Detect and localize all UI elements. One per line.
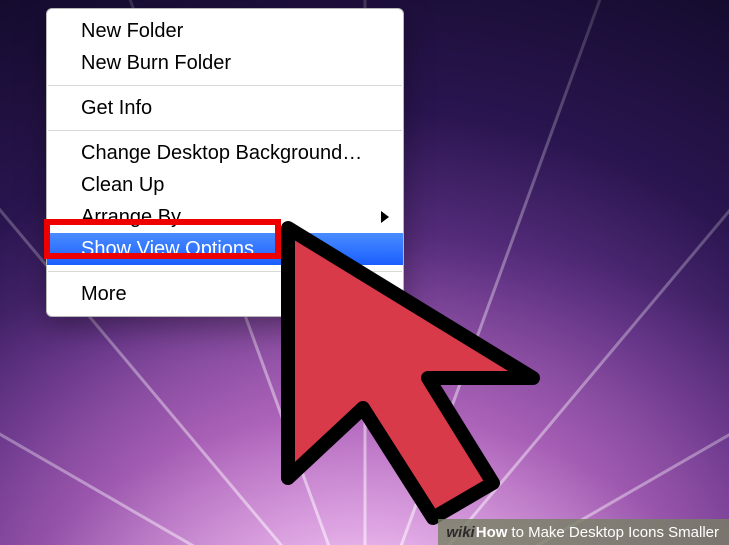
context-menu: New Folder New Burn Folder Get Info Chan… [46, 8, 404, 317]
menu-item-arrange-by[interactable]: Arrange By [47, 201, 403, 233]
menu-item-label: Arrange By [81, 206, 181, 228]
menu-item-clean-up[interactable]: Clean Up [47, 169, 403, 201]
caption-text: to Make Desktop Icons Smaller [511, 524, 719, 541]
menu-item-change-desktop-background[interactable]: Change Desktop Background… [47, 137, 403, 169]
menu-item-new-folder[interactable]: New Folder [47, 15, 403, 47]
submenu-arrow-icon [381, 211, 389, 223]
menu-separator [48, 271, 402, 272]
desktop-background: New Folder New Burn Folder Get Info Chan… [0, 0, 729, 545]
brand-wiki: wiki [446, 524, 474, 541]
menu-item-show-view-options[interactable]: Show View Options [47, 233, 403, 265]
caption-bar: wikiHow to Make Desktop Icons Smaller [438, 519, 729, 545]
brand-how: How [476, 524, 508, 541]
menu-item-new-burn-folder[interactable]: New Burn Folder [47, 47, 403, 79]
menu-item-get-info[interactable]: Get Info [47, 92, 403, 124]
menu-item-more[interactable]: More [47, 278, 403, 310]
menu-separator [48, 130, 402, 131]
menu-separator [48, 85, 402, 86]
